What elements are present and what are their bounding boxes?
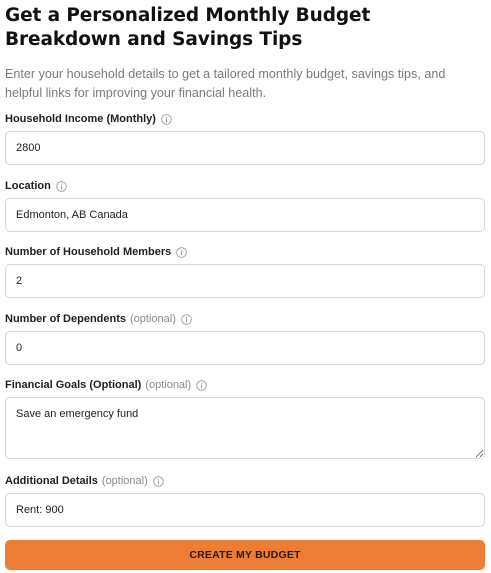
details-field-group: Additional Details (optional) (5, 473, 485, 527)
info-icon[interactable] (176, 246, 188, 258)
income-field-group: Household Income (Monthly) (5, 111, 485, 165)
location-field-group: Location (5, 178, 485, 232)
goals-field-group: Financial Goals (Optional) (optional) Sa… (5, 377, 485, 459)
income-input[interactable] (5, 131, 485, 165)
info-icon[interactable] (56, 180, 67, 192)
income-label-row: Household Income (Monthly) (5, 111, 485, 127)
page-title: Get a Personalized Monthly Budget Breakd… (5, 5, 371, 50)
goals-label-row: Financial Goals (Optional) (optional) (5, 377, 485, 393)
goals-textarea[interactable]: Save an emergency fund (5, 397, 485, 459)
details-label-row: Additional Details (optional) (5, 473, 485, 489)
budget-form-page: Get a Personalized Monthly Budget Breakd… (0, 0, 491, 573)
location-input[interactable] (5, 198, 485, 232)
location-label-row: Location (5, 178, 485, 194)
goals-optional-tag: (optional) (145, 379, 192, 391)
income-label: Household Income (Monthly) (5, 113, 156, 125)
members-field-group: Number of Household Members (5, 244, 485, 298)
dependents-input[interactable] (5, 331, 485, 365)
info-icon[interactable] (181, 313, 192, 325)
details-optional-tag: (optional) (101, 475, 148, 487)
details-input[interactable] (5, 493, 485, 527)
info-icon[interactable] (196, 379, 207, 391)
goals-label: Financial Goals (Optional) (5, 379, 142, 391)
members-input[interactable] (5, 264, 485, 298)
dependents-label-row: Number of Dependents (optional) (5, 311, 485, 327)
info-icon[interactable] (153, 475, 164, 487)
dependents-label: Number of Dependents (5, 313, 127, 325)
members-label: Number of Household Members (5, 246, 172, 258)
details-label: Additional Details (5, 475, 98, 487)
info-icon[interactable] (161, 113, 172, 125)
members-label-row: Number of Household Members (5, 244, 485, 260)
create-budget-button[interactable]: CREATE MY BUDGET (5, 540, 485, 570)
page-subtitle: Enter your household details to get a ta… (5, 67, 446, 100)
dependents-field-group: Number of Dependents (optional) (5, 311, 485, 365)
dependents-optional-tag: (optional) (130, 313, 176, 325)
location-label: Location (5, 180, 51, 192)
